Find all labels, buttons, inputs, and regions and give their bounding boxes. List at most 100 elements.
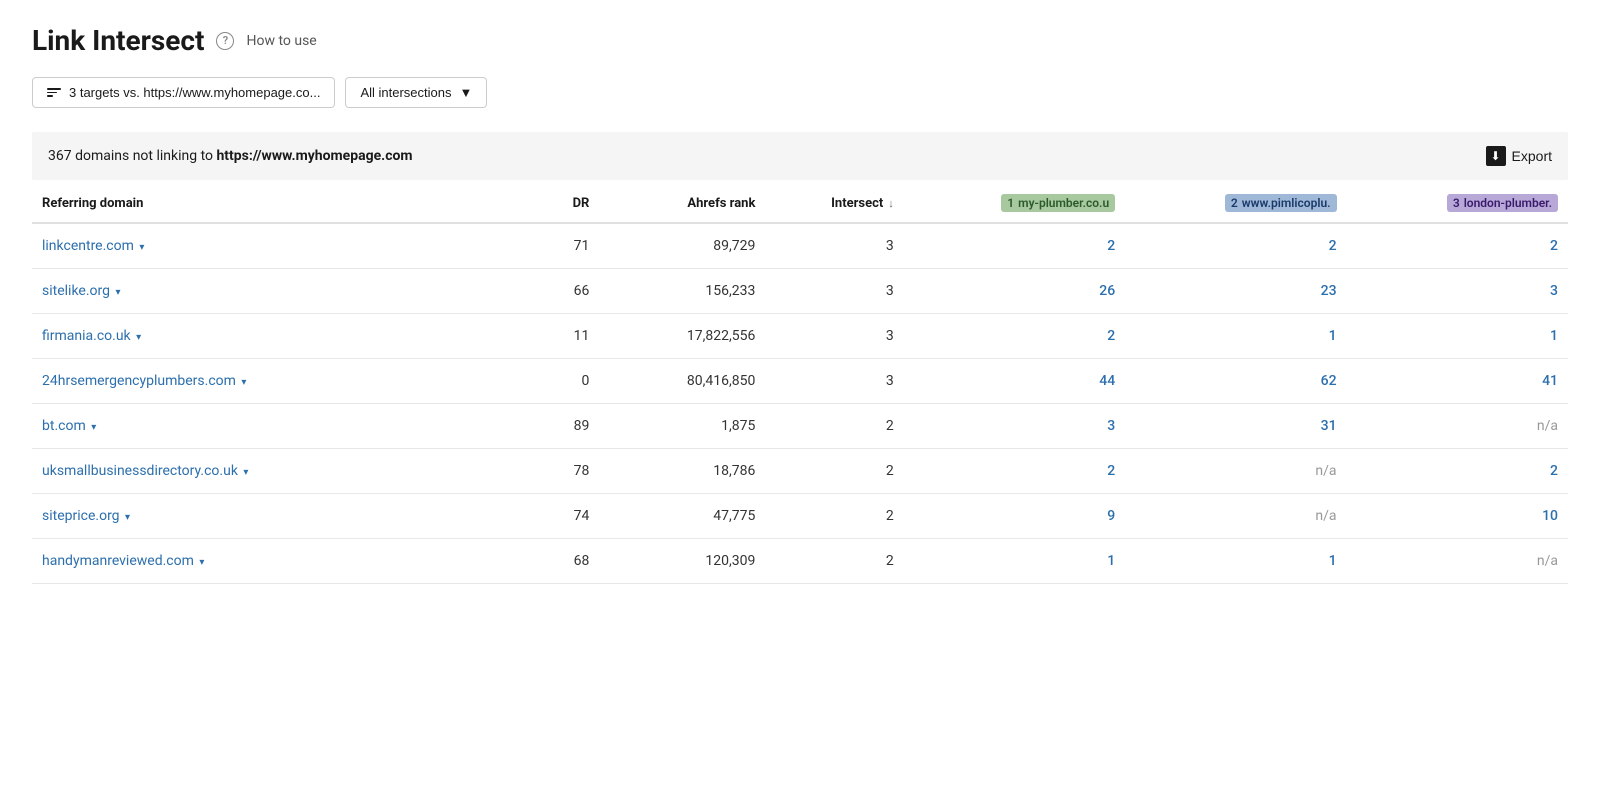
cell-domain: sitelike.org ▾ [32,269,502,314]
cell-dr: 78 [502,449,599,494]
domain-caret[interactable]: ▾ [243,467,248,478]
target1-badge: 1 my-plumber.co.u [1001,194,1115,212]
th-target2: 2 www.pimlicoplu. [1125,180,1346,223]
t1-value[interactable]: 44 [1099,373,1115,389]
domain-link[interactable]: linkcentre.com [42,238,134,254]
cell-t2: 23 [1125,269,1346,314]
domain-caret[interactable]: ▾ [199,557,204,568]
domain-link[interactable]: uksmallbusinessdirectory.co.uk [42,463,238,479]
table-row: handymanreviewed.com ▾ 68 120,309 2 1 1 … [32,539,1568,584]
domain-link[interactable]: bt.com [42,418,86,434]
toolbar: 3 targets vs. https://www.myhomepage.co.… [32,77,1568,108]
t1-value[interactable]: 1 [1107,553,1115,569]
cell-intersect: 2 [765,404,903,449]
domain-link[interactable]: 24hrsemergencyplumbers.com [42,373,236,389]
intersections-button[interactable]: All intersections ▼ [345,77,487,108]
cell-t3: 3 [1347,269,1568,314]
targets-label: 3 targets vs. https://www.myhomepage.co.… [69,85,320,100]
target-domain: https://www.myhomepage.com [216,148,412,164]
cell-t1: 2 [904,449,1125,494]
na-value: n/a [1315,463,1336,479]
th-domain: Referring domain [32,180,502,223]
t2-value[interactable]: 2 [1329,238,1337,254]
domain-link[interactable]: sitelike.org [42,283,110,299]
cell-t2: n/a [1125,449,1346,494]
cell-t3: 41 [1347,359,1568,404]
domain-caret[interactable]: ▾ [136,332,141,343]
summary-text: 367 domains not linking to https://www.m… [48,148,413,164]
cell-intersect: 2 [765,539,903,584]
t2-value[interactable]: 1 [1329,553,1337,569]
table-header-row: Referring domain DR Ahrefs rank Intersec… [32,180,1568,223]
t1-value[interactable]: 2 [1107,328,1115,344]
cell-intersect: 3 [765,359,903,404]
target3-badge: 3 london-plumber. [1447,194,1558,212]
domain-caret[interactable]: ▾ [139,242,144,253]
domain-link[interactable]: firmania.co.uk [42,328,131,344]
cell-t1: 9 [904,494,1125,539]
cell-t1: 1 [904,539,1125,584]
na-value: n/a [1537,553,1558,569]
domain-count: 367 [48,148,72,164]
cell-dr: 11 [502,314,599,359]
t1-value[interactable]: 2 [1107,238,1115,254]
th-intersect[interactable]: Intersect ↓ [765,180,903,223]
cell-ahrefs-rank: 80,416,850 [599,359,765,404]
cell-intersect: 3 [765,223,903,269]
domain-caret[interactable]: ▾ [125,512,130,523]
cell-intersect: 2 [765,494,903,539]
export-label: Export [1512,148,1552,164]
t3-value[interactable]: 1 [1550,328,1558,344]
cell-t2: 62 [1125,359,1346,404]
th-target1: 1 my-plumber.co.u [904,180,1125,223]
t1-value[interactable]: 26 [1099,283,1115,299]
cell-domain: 24hrsemergencyplumbers.com ▾ [32,359,502,404]
cell-ahrefs-rank: 120,309 [599,539,765,584]
t3-value[interactable]: 2 [1550,463,1558,479]
na-value: n/a [1315,508,1336,524]
domain-caret[interactable]: ▾ [91,422,96,433]
t2-value[interactable]: 31 [1321,418,1337,434]
t3-value[interactable]: 3 [1550,283,1558,299]
export-button[interactable]: ⬇ Export [1486,146,1552,166]
t2-value[interactable]: 1 [1329,328,1337,344]
cell-t3: 2 [1347,223,1568,269]
t2-value[interactable]: 62 [1321,373,1337,389]
domain-caret[interactable]: ▾ [115,287,120,298]
t1-value[interactable]: 9 [1107,508,1115,524]
sort-arrow: ↓ [888,197,894,210]
page-title: Link Intersect [32,24,204,57]
cell-t3: n/a [1347,404,1568,449]
cell-ahrefs-rank: 18,786 [599,449,765,494]
help-icon[interactable]: ? [216,32,234,50]
page-header: Link Intersect ? How to use [32,24,1568,57]
cell-t3: 10 [1347,494,1568,539]
t1-value[interactable]: 3 [1107,418,1115,434]
targets-button[interactable]: 3 targets vs. https://www.myhomepage.co.… [32,77,335,108]
table-row: siteprice.org ▾ 74 47,775 2 9 n/a 10 [32,494,1568,539]
table-row: 24hrsemergencyplumbers.com ▾ 0 80,416,85… [32,359,1568,404]
t3-value[interactable]: 10 [1542,508,1558,524]
cell-t1: 2 [904,314,1125,359]
cell-t2: 1 [1125,314,1346,359]
t3-value[interactable]: 41 [1542,373,1558,389]
na-value: n/a [1537,418,1558,434]
cell-t3: 2 [1347,449,1568,494]
table-row: sitelike.org ▾ 66 156,233 3 26 23 3 [32,269,1568,314]
domain-link[interactable]: siteprice.org [42,508,120,524]
domain-caret[interactable]: ▾ [241,377,246,388]
cell-t2: 31 [1125,404,1346,449]
cell-t2: 2 [1125,223,1346,269]
cell-t3: 1 [1347,314,1568,359]
th-ahrefs-rank: Ahrefs rank [599,180,765,223]
domain-link[interactable]: handymanreviewed.com [42,553,194,569]
t3-value[interactable]: 2 [1550,238,1558,254]
cell-ahrefs-rank: 89,729 [599,223,765,269]
t2-value[interactable]: 23 [1321,283,1337,299]
cell-t3: n/a [1347,539,1568,584]
t1-value[interactable]: 2 [1107,463,1115,479]
cell-t2: 1 [1125,539,1346,584]
cell-ahrefs-rank: 1,875 [599,404,765,449]
how-to-use-link[interactable]: How to use [246,33,316,49]
export-icon: ⬇ [1486,146,1506,166]
